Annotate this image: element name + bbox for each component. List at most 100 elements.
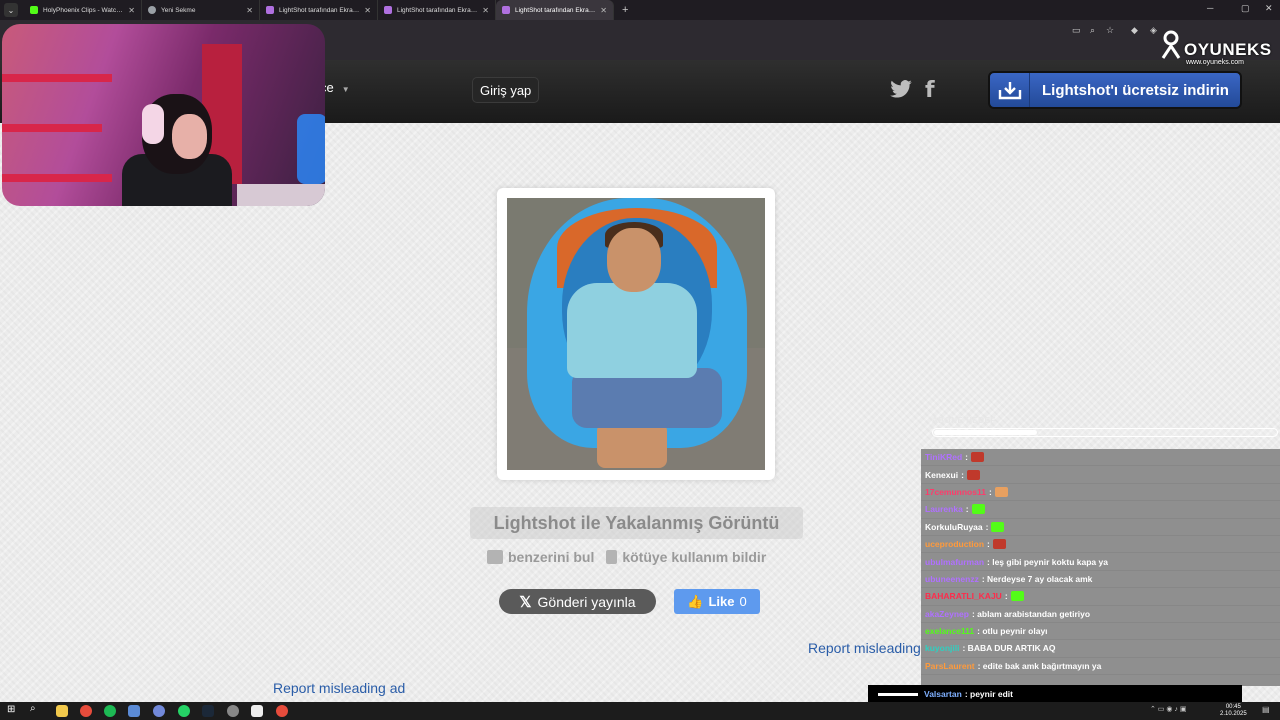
notification-icon[interactable]: ▤ [1262, 705, 1274, 717]
camera-icon [487, 550, 503, 564]
chevron-down-icon: ▼ [341, 85, 350, 94]
chat-text: : ablam arabistandan getiriyo [971, 608, 1091, 619]
chat-username[interactable]: exelance111 [925, 626, 974, 636]
chat-username[interactable]: KorkuluRuyaa [925, 522, 983, 532]
thumbs-up-icon: 👍 [687, 593, 704, 609]
chat-message: ubuneenenzz: Nerdeyse 7 ay olacak amk [921, 571, 1280, 589]
report-abuse-link[interactable]: kötüye kullanım bildir [606, 549, 766, 565]
chat-message: Kenexui: [921, 466, 1280, 484]
browser-tab[interactable]: Yeni Sekme ✕ [142, 0, 260, 20]
windows-start-icon[interactable]: ⊞ [7, 704, 19, 716]
oyuneks-mark-icon [1161, 30, 1181, 59]
tab-close-icon[interactable]: ✕ [246, 6, 253, 15]
chat-emote-icon [994, 486, 1008, 497]
download-label: Lightshot'ı ücretsiz indirin [1042, 81, 1229, 99]
shield-icon[interactable]: ◈ [1150, 25, 1157, 36]
x-logo-icon: 𝕏 [519, 593, 532, 611]
chat-username[interactable]: BAHARATLI_KAJU [925, 591, 1002, 601]
chat-username[interactable]: ParsLaurent [925, 661, 975, 671]
tab-close-icon[interactable]: ✕ [600, 6, 607, 15]
chat-username[interactable]: ubulmafurman [925, 557, 984, 567]
window-close-icon[interactable]: ✕ [1265, 3, 1273, 14]
chat-message: Laurenka: [921, 501, 1280, 519]
browser-tab-active[interactable]: LightShot tarafından Ekran Görü ✕ [496, 0, 614, 20]
obs-icon[interactable] [276, 705, 288, 717]
bookmark-star-icon[interactable]: ☆ [1106, 25, 1114, 36]
search-icon[interactable]: ⌕ [30, 703, 42, 715]
twitter-icon[interactable] [890, 80, 912, 98]
tab-close-icon[interactable]: ✕ [482, 6, 489, 15]
chat-emote-icon [971, 452, 984, 463]
sub-goal-fill [934, 430, 1038, 435]
tab-title: LightShot tarafından Ekran Görü [397, 6, 478, 14]
zoom-icon[interactable]: ⌕ [1090, 25, 1095, 36]
oyuneks-brand: OYUNEKS [1184, 40, 1272, 59]
chat-message: KorkuluRuyaa: [921, 519, 1280, 536]
subscriber-goal: ABONE HEDEF [932, 416, 1278, 437]
chat-username[interactable]: TiniKRed [925, 452, 962, 462]
minimize-icon[interactable]: ─ [1207, 3, 1213, 13]
chat-username[interactable]: akaZeynep [925, 609, 969, 619]
chat-emote-icon [1010, 591, 1024, 602]
chat-username[interactable]: 17cemunnos11 [925, 487, 986, 497]
system-tray[interactable]: ⌃ ▭ ◉ ♪ ▣ [1150, 705, 1210, 717]
find-similar-label: benzerini bul [508, 549, 595, 565]
system-clock[interactable]: 00:45 2.10.2025 [1220, 704, 1247, 718]
new-tab-icon[interactable]: + [622, 4, 628, 16]
whatsapp-icon[interactable] [178, 705, 190, 717]
chat-username[interactable]: Laurenka [925, 504, 963, 514]
chrome-icon[interactable] [80, 705, 92, 717]
report-misleading-ad-link[interactable]: Report misleading ad [273, 680, 405, 696]
maximize-icon[interactable]: ▢ [1241, 3, 1250, 14]
app-icon[interactable] [128, 705, 140, 717]
clock-time: 00:45 [1225, 704, 1241, 710]
chat-text: : [988, 486, 992, 497]
find-similar-link[interactable]: benzerini bul [487, 549, 594, 565]
login-button[interactable]: Giriş yap [472, 77, 540, 103]
browser-tab[interactable]: LightShot tarafından Ekran Görü ✕ [378, 0, 496, 20]
file-explorer-icon[interactable] [56, 705, 68, 717]
windows-taskbar: ⊞ ⌕ ⌃ ▭ ◉ ♪ ▣ 00:45 2.10.2025 ▤ [0, 702, 1280, 720]
cast-icon[interactable]: ▭ [1072, 25, 1081, 36]
tab-title: HolyPhoenix Clips - Watch Live [43, 6, 124, 14]
chat-message: exelance111: otlu peynir olayı [921, 623, 1280, 641]
extension-icon[interactable]: ◆ [1131, 25, 1138, 36]
chat-message: Valsartan : peynir edit [868, 685, 1242, 702]
discord-icon[interactable] [153, 705, 165, 717]
report-abuse-label: kötüye kullanım bildir [622, 549, 767, 565]
chat-message: kuyonjili: BABA DUR ARTIK AQ [921, 640, 1280, 658]
chat-username[interactable]: Kenexui [925, 470, 958, 480]
tab-close-icon[interactable]: ✕ [364, 6, 371, 15]
chat-text: : [965, 504, 969, 515]
chat-text: : [965, 452, 968, 463]
chat-emote-icon [966, 469, 980, 480]
tab-search-icon[interactable]: ⌄ [4, 3, 18, 17]
stream-chat: TiniKRed: Kenexui:17cemunnos11: Laurenka: K… [921, 449, 1280, 686]
tab-title: LightShot tarafından Ekran Görü [279, 6, 360, 14]
chat-scrollbar[interactable] [878, 693, 918, 696]
chat-message: TiniKRed: [921, 449, 1280, 467]
facebook-icon[interactable]: f [925, 78, 935, 103]
chat-username[interactable]: uceproduction [925, 539, 984, 549]
screenshot-frame [497, 188, 775, 480]
tab-close-icon[interactable]: ✕ [128, 6, 135, 15]
chat-username[interactable]: kuyonjili [925, 643, 959, 653]
browser-tab[interactable]: HolyPhoenix Clips - Watch Live ✕ [24, 0, 142, 20]
spotify-icon[interactable] [104, 705, 116, 717]
tab-title: Yeni Sekme [161, 6, 196, 14]
facebook-like-button[interactable]: 👍 Like 0 [674, 589, 760, 614]
browser-tab[interactable]: LightShot tarafından Ekran Görü ✕ [260, 0, 378, 20]
chat-emote-icon [971, 504, 985, 515]
captured-screenshot-image[interactable] [507, 198, 765, 470]
chat-message: akaZeynep: ablam arabistandan getiriyo [921, 606, 1280, 623]
download-lightshot-button[interactable]: Lightshot'ı ücretsiz indirin [988, 71, 1242, 109]
tweet-button[interactable]: 𝕏 Gönderi yayınla [499, 589, 656, 614]
app-icon[interactable] [227, 705, 239, 717]
chat-emote-icon [992, 539, 1006, 550]
chat-text: : otlu peynir olayı [977, 626, 1048, 637]
app-icon[interactable] [251, 705, 263, 717]
steam-icon[interactable] [202, 705, 214, 717]
chat-username[interactable]: ubuneenenzz [925, 574, 979, 584]
chat-text: : [1004, 591, 1008, 602]
tab-favicon-icon [502, 6, 510, 14]
